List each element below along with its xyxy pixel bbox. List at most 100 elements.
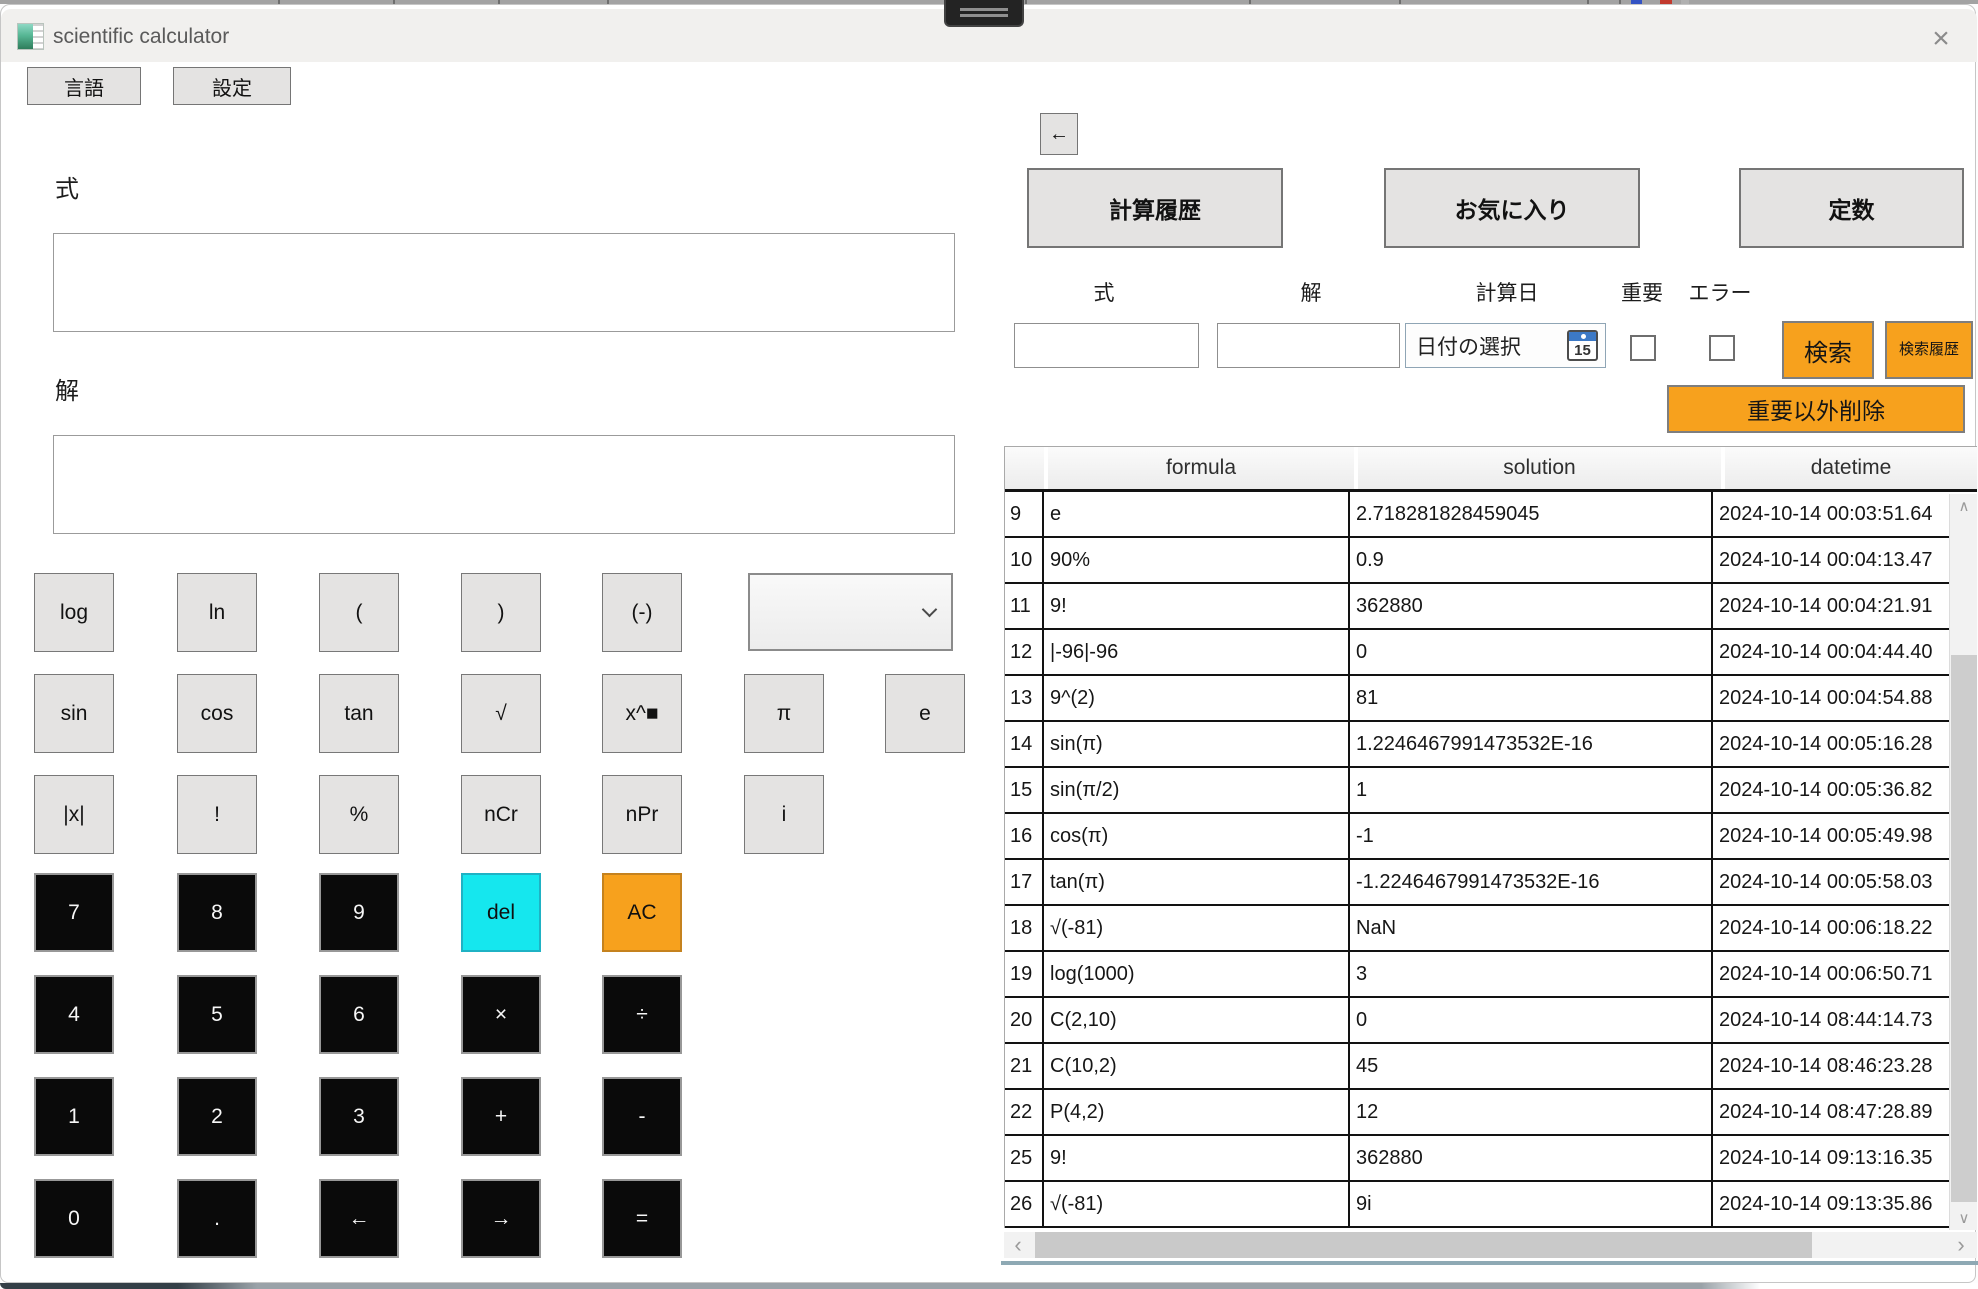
screen-top-handle[interactable] [944,0,1024,27]
key-e[interactable]: e [885,674,965,753]
key-7[interactable]: 7 [34,873,114,952]
key-2[interactable]: 2 [177,1077,257,1156]
table-header-solution[interactable]: solution [1358,447,1721,489]
search-formula-input[interactable] [1014,323,1199,368]
table-row[interactable]: 259!3628802024-10-14 09:13:16.35 [1005,1136,1977,1182]
cell-formula: √(-81) [1044,1182,1350,1226]
cell-formula: log(1000) [1044,952,1350,996]
key-log[interactable]: log [34,573,114,652]
language-button[interactable]: 言語 [27,67,141,105]
delete-unimportant-button[interactable]: 重要以外削除 [1667,385,1965,433]
table-row[interactable]: 16cos(π)-12024-10-14 00:05:49.98 [1005,814,1977,860]
row-number: 17 [1005,860,1044,904]
table-row[interactable]: 17tan(π)-1.2246467991473532E-162024-10-1… [1005,860,1977,906]
key-percent[interactable]: % [319,775,399,854]
key-sqrt[interactable]: √ [461,674,541,753]
row-number: 26 [1005,1182,1044,1226]
important-checkbox[interactable] [1630,335,1656,361]
key-cos[interactable]: cos [177,674,257,753]
key-i[interactable]: i [744,775,824,854]
solution-display[interactable] [53,435,955,534]
settings-button[interactable]: 設定 [173,67,291,105]
vertical-scroll-thumb[interactable] [1951,655,1977,1202]
key-minus[interactable]: - [602,1077,682,1156]
search-solution-input[interactable] [1217,323,1400,368]
table-row[interactable]: 14sin(π)1.2246467991473532E-162024-10-14… [1005,722,1977,768]
key-sin[interactable]: sin [34,674,114,753]
search-button[interactable]: 検索 [1782,321,1874,379]
horizontal-scroll-thumb[interactable] [1035,1232,1812,1258]
table-header-datetime[interactable]: datetime [1725,447,1977,489]
key-ncr[interactable]: nCr [461,775,541,854]
angle-mode-select[interactable] [748,573,953,651]
tab-calculation-history[interactable]: 計算履歴 [1027,168,1283,248]
key-cursor-right[interactable]: → [461,1179,541,1258]
table-row[interactable]: 12|-96|-9602024-10-14 00:04:44.40 [1005,630,1977,676]
formula-display[interactable] [53,233,955,332]
key-ln[interactable]: ln [177,573,257,652]
key-negate[interactable]: (-) [602,573,682,652]
key-pi[interactable]: π [744,674,824,753]
key-close-paren[interactable]: ) [461,573,541,652]
close-icon[interactable]: × [1921,19,1961,59]
screen-bottom-edge [0,1283,1978,1289]
key-8[interactable]: 8 [177,873,257,952]
horizontal-scrollbar[interactable]: ‹ › [1004,1232,1977,1258]
table-row[interactable]: 139^(2)812024-10-14 00:04:54.88 [1005,676,1977,722]
tab-favorites[interactable]: お気に入り [1384,168,1640,248]
table-row[interactable]: 1090%0.92024-10-14 00:04:13.47 [1005,538,1977,584]
cell-solution: 0.9 [1350,538,1713,582]
key-6[interactable]: 6 [319,975,399,1054]
key-power[interactable]: x^■ [602,674,682,753]
scroll-up-icon[interactable]: ∧ [1950,494,1978,518]
scroll-right-icon[interactable]: › [1947,1232,1975,1258]
key-5[interactable]: 5 [177,975,257,1054]
key-9[interactable]: 9 [319,873,399,952]
cell-solution: 3 [1350,952,1713,996]
search-history-button[interactable]: 検索履歴 [1885,321,1973,379]
key-3[interactable]: 3 [319,1077,399,1156]
table-header-formula[interactable]: formula [1048,447,1354,489]
vertical-scrollbar[interactable]: ∧ ∨ [1949,494,1977,1230]
cell-datetime: 2024-10-14 00:03:51.64 [1713,492,1950,536]
key-1[interactable]: 1 [34,1077,114,1156]
table-row[interactable]: 20C(2,10)02024-10-14 08:44:14.73 [1005,998,1977,1044]
key-open-paren[interactable]: ( [319,573,399,652]
table-row[interactable]: 15sin(π/2)12024-10-14 00:05:36.82 [1005,768,1977,814]
table-row[interactable]: 119!3628802024-10-14 00:04:21.91 [1005,584,1977,630]
tab-constants[interactable]: 定数 [1739,168,1964,248]
table-row[interactable]: 26√(-81)9i2024-10-14 09:13:35.86 [1005,1182,1977,1228]
key-cursor-left[interactable]: ← [319,1179,399,1258]
key-multiply[interactable]: × [461,975,541,1054]
cell-formula: C(2,10) [1044,998,1350,1042]
key-4[interactable]: 4 [34,975,114,1054]
key-equals[interactable]: = [602,1179,682,1258]
date-picker[interactable]: 日付の選択 15 [1405,323,1606,368]
back-button[interactable]: ← [1040,113,1078,155]
table-row[interactable]: 18√(-81)NaN2024-10-14 00:06:18.22 [1005,906,1977,952]
table-row[interactable]: 9e2.7182818284590452024-10-14 00:03:51.6… [1005,492,1977,538]
table-row[interactable]: 21C(10,2)452024-10-14 08:46:23.28 [1005,1044,1977,1090]
key-0[interactable]: 0 [34,1179,114,1258]
key-divide[interactable]: ÷ [602,975,682,1054]
cell-datetime: 2024-10-14 00:05:49.98 [1713,814,1950,858]
key-dot[interactable]: . [177,1179,257,1258]
key-plus[interactable]: + [461,1077,541,1156]
history-table: formulasolutiondatetime 9e2.718281828459… [1004,446,1977,1228]
scroll-down-icon[interactable]: ∨ [1950,1206,1978,1230]
scroll-left-icon[interactable]: ‹ [1004,1232,1032,1258]
key-npr[interactable]: nPr [602,775,682,854]
key-ac[interactable]: AC [602,873,682,952]
table-row[interactable]: 22P(4,2)122024-10-14 08:47:28.89 [1005,1090,1977,1136]
key-factorial[interactable]: ! [177,775,257,854]
calendar-icon[interactable]: 15 [1567,330,1598,361]
key-tan[interactable]: tan [319,674,399,753]
key-abs[interactable]: |x| [34,775,114,854]
error-checkbox[interactable] [1709,335,1735,361]
key-del[interactable]: del [461,873,541,952]
cell-solution: 45 [1350,1044,1713,1088]
cell-datetime: 2024-10-14 00:05:16.28 [1713,722,1950,766]
cell-solution: -1.2246467991473532E-16 [1350,860,1713,904]
table-body: 9e2.7182818284590452024-10-14 00:03:51.6… [1005,492,1977,1228]
table-row[interactable]: 19log(1000)32024-10-14 00:06:50.71 [1005,952,1977,998]
